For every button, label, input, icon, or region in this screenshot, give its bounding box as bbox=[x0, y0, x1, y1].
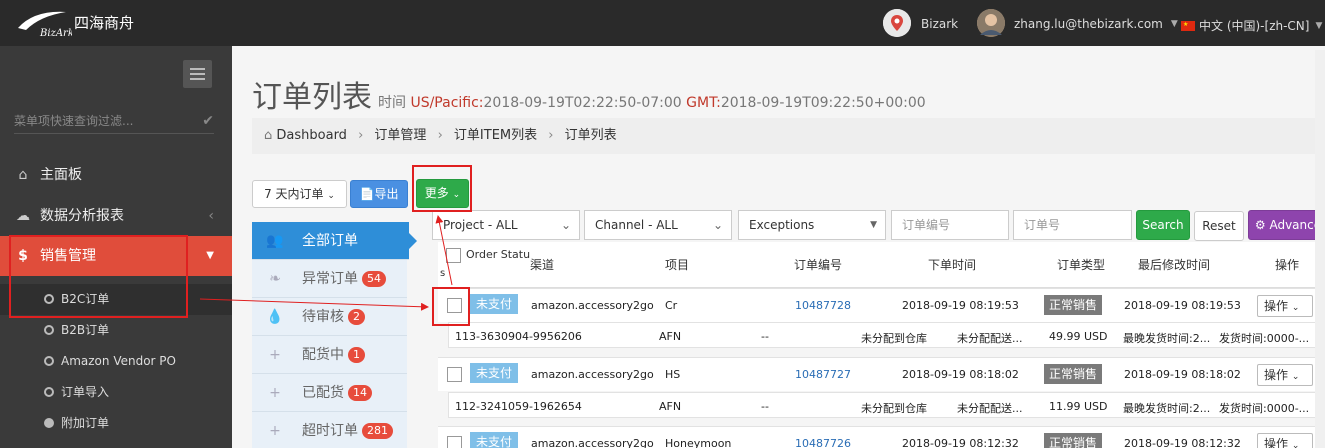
arrow-to-more-button bbox=[435, 215, 453, 286]
annotation-arrows bbox=[199, 215, 453, 311]
arrow-to-checkbox bbox=[199, 298, 429, 311]
